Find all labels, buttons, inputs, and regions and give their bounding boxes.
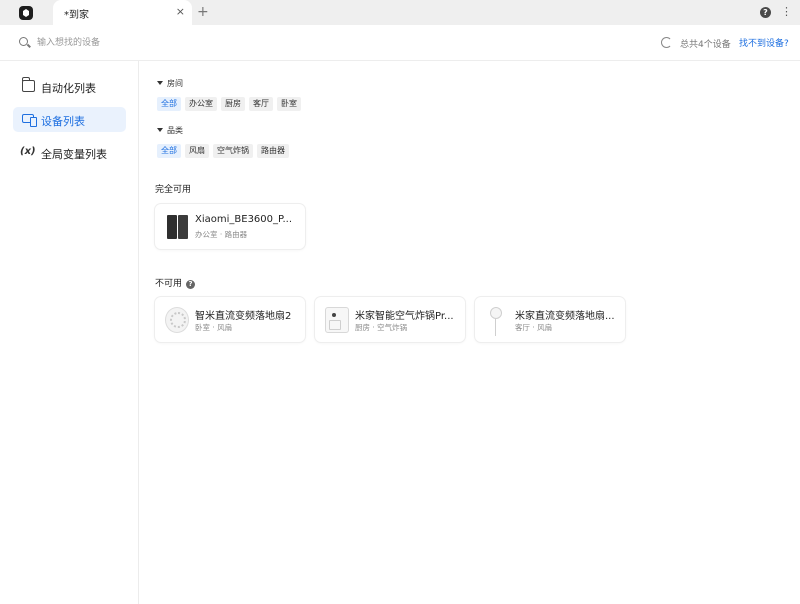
device-count: 总共4个设备 [680, 37, 731, 50]
category-chip-air-fryer[interactable]: 空气炸锅 [213, 144, 253, 158]
fan-icon [165, 307, 189, 333]
new-tab-icon[interactable]: + [197, 3, 209, 21]
app-logo-icon [19, 6, 33, 20]
room-chip-bedroom[interactable]: 卧室 [277, 97, 301, 111]
sidebar-item-label: 全局变量列表 [41, 146, 107, 162]
category-chip-fan[interactable]: 风扇 [185, 144, 209, 158]
help-icon[interactable]: ? [760, 7, 771, 18]
caret-down-icon [157, 81, 163, 85]
router-icon [165, 214, 189, 240]
search-input[interactable] [37, 34, 337, 52]
unavailable-section-label: 不可用 [155, 279, 182, 289]
sidebar-item-label: 设备列表 [41, 113, 85, 129]
caret-down-icon [157, 128, 163, 132]
tab-title: *到家 [64, 6, 89, 21]
room-chip-living-room[interactable]: 客厅 [249, 97, 273, 111]
tab-close-icon[interactable]: × [176, 5, 185, 19]
sidebar-item-automation-list[interactable]: 自动化列表 [13, 74, 126, 99]
category-filter-toggle[interactable]: 品类 [157, 125, 183, 136]
device-card-air-fryer[interactable]: 米家智能空气炸锅Pr... 厨房 · 空气炸锅 [315, 297, 465, 342]
device-card-fan-bedroom[interactable]: 智米直流变频落地扇2 卧室 · 风扇 [155, 297, 305, 342]
folder-icon [22, 80, 35, 92]
category-filter-label: 品类 [167, 126, 183, 135]
search-icon [19, 37, 28, 46]
sidebar-item-global-variables[interactable]: (x) 全局变量列表 [13, 140, 126, 165]
room-chip-all[interactable]: 全部 [157, 97, 181, 111]
room-filter-chips: 全部 办公室 厨房 客厅 卧室 [157, 97, 301, 111]
device-card-router[interactable]: Xiaomi_BE3600_P... 办公室 · 路由器 [155, 204, 305, 249]
sidebar-item-device-list[interactable]: 设备列表 [13, 107, 126, 132]
device-name: 智米直流变频落地扇2 [195, 307, 301, 322]
title-bar: *到家 × + ? ⋮ [0, 0, 800, 25]
more-menu-icon[interactable]: ⋮ [781, 5, 792, 19]
tab-home[interactable]: *到家 × [53, 0, 192, 25]
sidebar-item-label: 自动化列表 [41, 80, 96, 96]
help-icon[interactable]: ? [186, 280, 195, 289]
category-chip-all[interactable]: 全部 [157, 144, 181, 158]
standing-fan-icon [485, 307, 509, 333]
variable-icon: (x) [20, 146, 36, 158]
available-section-title: 完全可用 [155, 182, 191, 195]
sidebar: 自动化列表 设备列表 (x) 全局变量列表 [0, 61, 139, 604]
device-not-found-link[interactable]: 找不到设备? [739, 36, 789, 49]
search-bar: 总共4个设备 找不到设备? [0, 25, 800, 61]
refresh-icon[interactable] [661, 37, 672, 48]
category-filter-chips: 全部 风扇 空气炸锅 路由器 [157, 144, 289, 158]
device-location: 厨房 · 空气炸锅 [355, 322, 407, 333]
device-card-fan-living-room[interactable]: 米家直流变频落地扇... 客厅 · 风扇 [475, 297, 625, 342]
room-chip-office[interactable]: 办公室 [185, 97, 217, 111]
air-fryer-icon [325, 307, 349, 333]
device-location: 办公室 · 路由器 [195, 229, 247, 240]
device-location: 客厅 · 风扇 [515, 322, 552, 333]
device-name: Xiaomi_BE3600_P... [195, 214, 301, 225]
room-chip-kitchen[interactable]: 厨房 [221, 97, 245, 111]
room-filter-toggle[interactable]: 房间 [157, 78, 183, 89]
category-chip-router[interactable]: 路由器 [257, 144, 289, 158]
devices-icon [22, 114, 34, 123]
device-name: 米家直流变频落地扇... [515, 307, 621, 322]
device-name: 米家智能空气炸锅Pr... [355, 307, 461, 322]
unavailable-section-title: 不可用? [155, 276, 195, 289]
room-filter-label: 房间 [167, 79, 183, 88]
device-location: 卧室 · 风扇 [195, 322, 232, 333]
